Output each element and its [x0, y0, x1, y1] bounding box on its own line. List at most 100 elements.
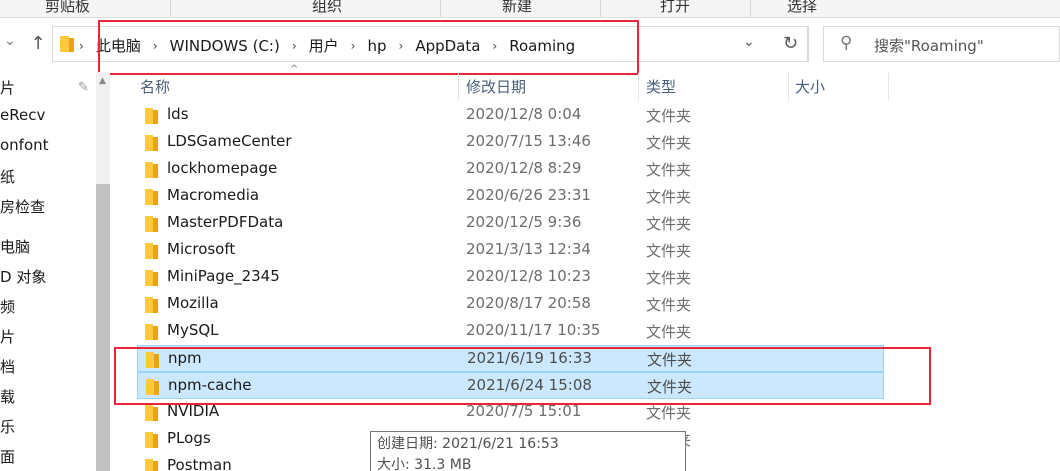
- file-date: 2020/6/26 23:31: [466, 186, 591, 204]
- column-divider[interactable]: [638, 73, 639, 101]
- pin-icon[interactable]: ✎: [78, 80, 89, 95]
- file-row[interactable]: Mozilla 2020/8/17 20:58 文件夹: [137, 291, 884, 318]
- ribbon-divider: [440, 0, 441, 17]
- file-name[interactable]: MasterPDFData: [167, 213, 283, 231]
- folder-icon: [145, 189, 158, 205]
- file-row[interactable]: lds 2020/12/8 0:04 文件夹: [137, 102, 884, 129]
- column-divider[interactable]: [458, 73, 459, 101]
- file-date: 2020/12/8 0:04: [466, 105, 582, 123]
- file-type: 文件夹: [646, 296, 692, 314]
- file-row[interactable]: Macromedia 2020/6/26 23:31 文件夹: [137, 183, 884, 210]
- column-divider[interactable]: [888, 73, 889, 101]
- ribbon-divider: [600, 0, 601, 17]
- file-name[interactable]: MiniPage_2345: [167, 267, 280, 285]
- column-header-type[interactable]: 类型: [646, 73, 676, 103]
- nav-scrollbar-thumb[interactable]: [96, 184, 110, 471]
- recent-locations-chevron-icon[interactable]: ⌄: [4, 33, 16, 49]
- file-row[interactable]: MasterPDFData 2020/12/5 9:36 文件夹: [137, 210, 884, 237]
- scroll-up-arrow-icon[interactable]: ▲: [99, 76, 106, 86]
- ribbon-group-open[interactable]: 打开: [660, 0, 690, 16]
- ribbon-group-clipboard[interactable]: 剪贴板: [45, 0, 90, 16]
- highlight-box-npm: [114, 347, 931, 405]
- nav-item[interactable]: eRecv: [0, 106, 45, 124]
- file-date: 2021/3/13 12:34: [466, 240, 591, 258]
- ribbon-group-new[interactable]: 新建: [502, 0, 532, 16]
- file-date: 2020/11/17 10:35: [466, 321, 601, 339]
- nav-item[interactable]: 电脑: [0, 236, 30, 257]
- file-type: 文件夹: [646, 269, 692, 287]
- ribbon-divider: [170, 0, 171, 17]
- nav-item[interactable]: 载: [0, 386, 15, 407]
- file-name[interactable]: LDSGameCenter: [167, 132, 292, 150]
- file-date: 2020/12/5 9:36: [466, 213, 582, 231]
- search-icon: ⚲: [840, 33, 853, 53]
- highlight-box-address: [98, 20, 639, 75]
- file-row[interactable]: MySQL 2020/11/17 10:35 文件夹: [137, 318, 884, 345]
- folder-icon: [145, 405, 158, 421]
- column-header-size[interactable]: 大小: [795, 73, 825, 103]
- refresh-icon[interactable]: ↻: [773, 26, 809, 62]
- file-name[interactable]: Postman: [167, 456, 232, 471]
- tooltip-size: 大小: 31.3 MB: [377, 457, 472, 471]
- file-type: 文件夹: [646, 323, 692, 341]
- folder-icon: [145, 270, 158, 286]
- file-date: 2020/8/17 20:58: [466, 294, 591, 312]
- file-row[interactable]: Microsoft 2021/3/13 12:34 文件夹: [137, 237, 884, 264]
- file-row[interactable]: lockhomepage 2020/12/8 8:29 文件夹: [137, 156, 884, 183]
- nav-item[interactable]: 频: [0, 296, 15, 317]
- ribbon: 剪贴板 组织 新建 打开 选择: [0, 0, 1060, 18]
- file-name[interactable]: MySQL: [167, 321, 219, 339]
- ribbon-group-organize[interactable]: 组织: [312, 0, 342, 16]
- folder-icon: [60, 36, 74, 52]
- caret-up-icon: ^: [290, 64, 299, 75]
- file-type: 文件夹: [646, 107, 692, 125]
- nav-item[interactable]: 乐: [0, 416, 15, 437]
- file-name[interactable]: lds: [167, 105, 189, 123]
- file-name[interactable]: Microsoft: [167, 240, 235, 258]
- tooltip-created: 创建日期: 2021/6/21 16:53: [377, 436, 559, 452]
- navigation-pane: 片 eRecv onfont 纸 房检查 电脑 D 对象 频 片 档 载 乐 面: [0, 72, 110, 471]
- folder-icon: [145, 135, 158, 151]
- file-type: 文件夹: [646, 242, 692, 260]
- file-name[interactable]: lockhomepage: [167, 159, 277, 177]
- nav-item[interactable]: 档: [0, 356, 15, 377]
- nav-item[interactable]: 片: [0, 77, 15, 98]
- folder-icon: [145, 324, 158, 340]
- ribbon-divider: [750, 0, 751, 17]
- file-date: 2020/7/15 13:46: [466, 132, 591, 150]
- column-divider[interactable]: [788, 73, 789, 101]
- ribbon-group-select[interactable]: 选择: [787, 0, 817, 16]
- file-name[interactable]: Macromedia: [167, 186, 259, 204]
- nav-item[interactable]: D 对象: [0, 266, 46, 287]
- column-header-name[interactable]: 名称: [140, 73, 170, 103]
- folder-icon: [145, 432, 158, 448]
- folder-icon: [145, 297, 158, 313]
- nav-item[interactable]: 面: [0, 446, 15, 467]
- chevron-right-icon[interactable]: ›: [79, 39, 84, 53]
- file-date: 2020/12/8 8:29: [466, 159, 582, 177]
- file-type: 文件夹: [646, 188, 692, 206]
- nav-item[interactable]: 房检查: [0, 196, 45, 217]
- file-type: 文件夹: [646, 161, 692, 179]
- nav-item[interactable]: 片: [0, 326, 15, 347]
- file-row[interactable]: LDSGameCenter 2020/7/15 13:46 文件夹: [137, 129, 884, 156]
- folder-icon: [145, 162, 158, 178]
- file-type: 文件夹: [646, 134, 692, 152]
- up-arrow-icon[interactable]: ↑: [28, 33, 48, 55]
- file-tooltip: 创建日期: 2021/6/21 16:53 大小: 31.3 MB: [370, 431, 686, 471]
- file-date: 2020/12/8 10:23: [466, 267, 591, 285]
- folder-icon: [145, 243, 158, 259]
- file-name[interactable]: PLogs: [167, 429, 211, 447]
- chevron-down-icon[interactable]: ⌄: [743, 34, 755, 50]
- folder-icon: [145, 459, 158, 471]
- column-header-date[interactable]: 修改日期: [466, 73, 526, 103]
- search-box[interactable]: ⚲ 搜索"Roaming": [823, 26, 1060, 62]
- nav-item[interactable]: 纸: [0, 166, 15, 187]
- file-row[interactable]: MiniPage_2345 2020/12/8 10:23 文件夹: [137, 264, 884, 291]
- folder-icon: [145, 108, 158, 124]
- search-input[interactable]: 搜索"Roaming": [874, 35, 984, 56]
- file-name[interactable]: Mozilla: [167, 294, 219, 312]
- file-type: 文件夹: [646, 404, 692, 422]
- nav-item[interactable]: onfont: [0, 136, 49, 154]
- folder-icon: [145, 216, 158, 232]
